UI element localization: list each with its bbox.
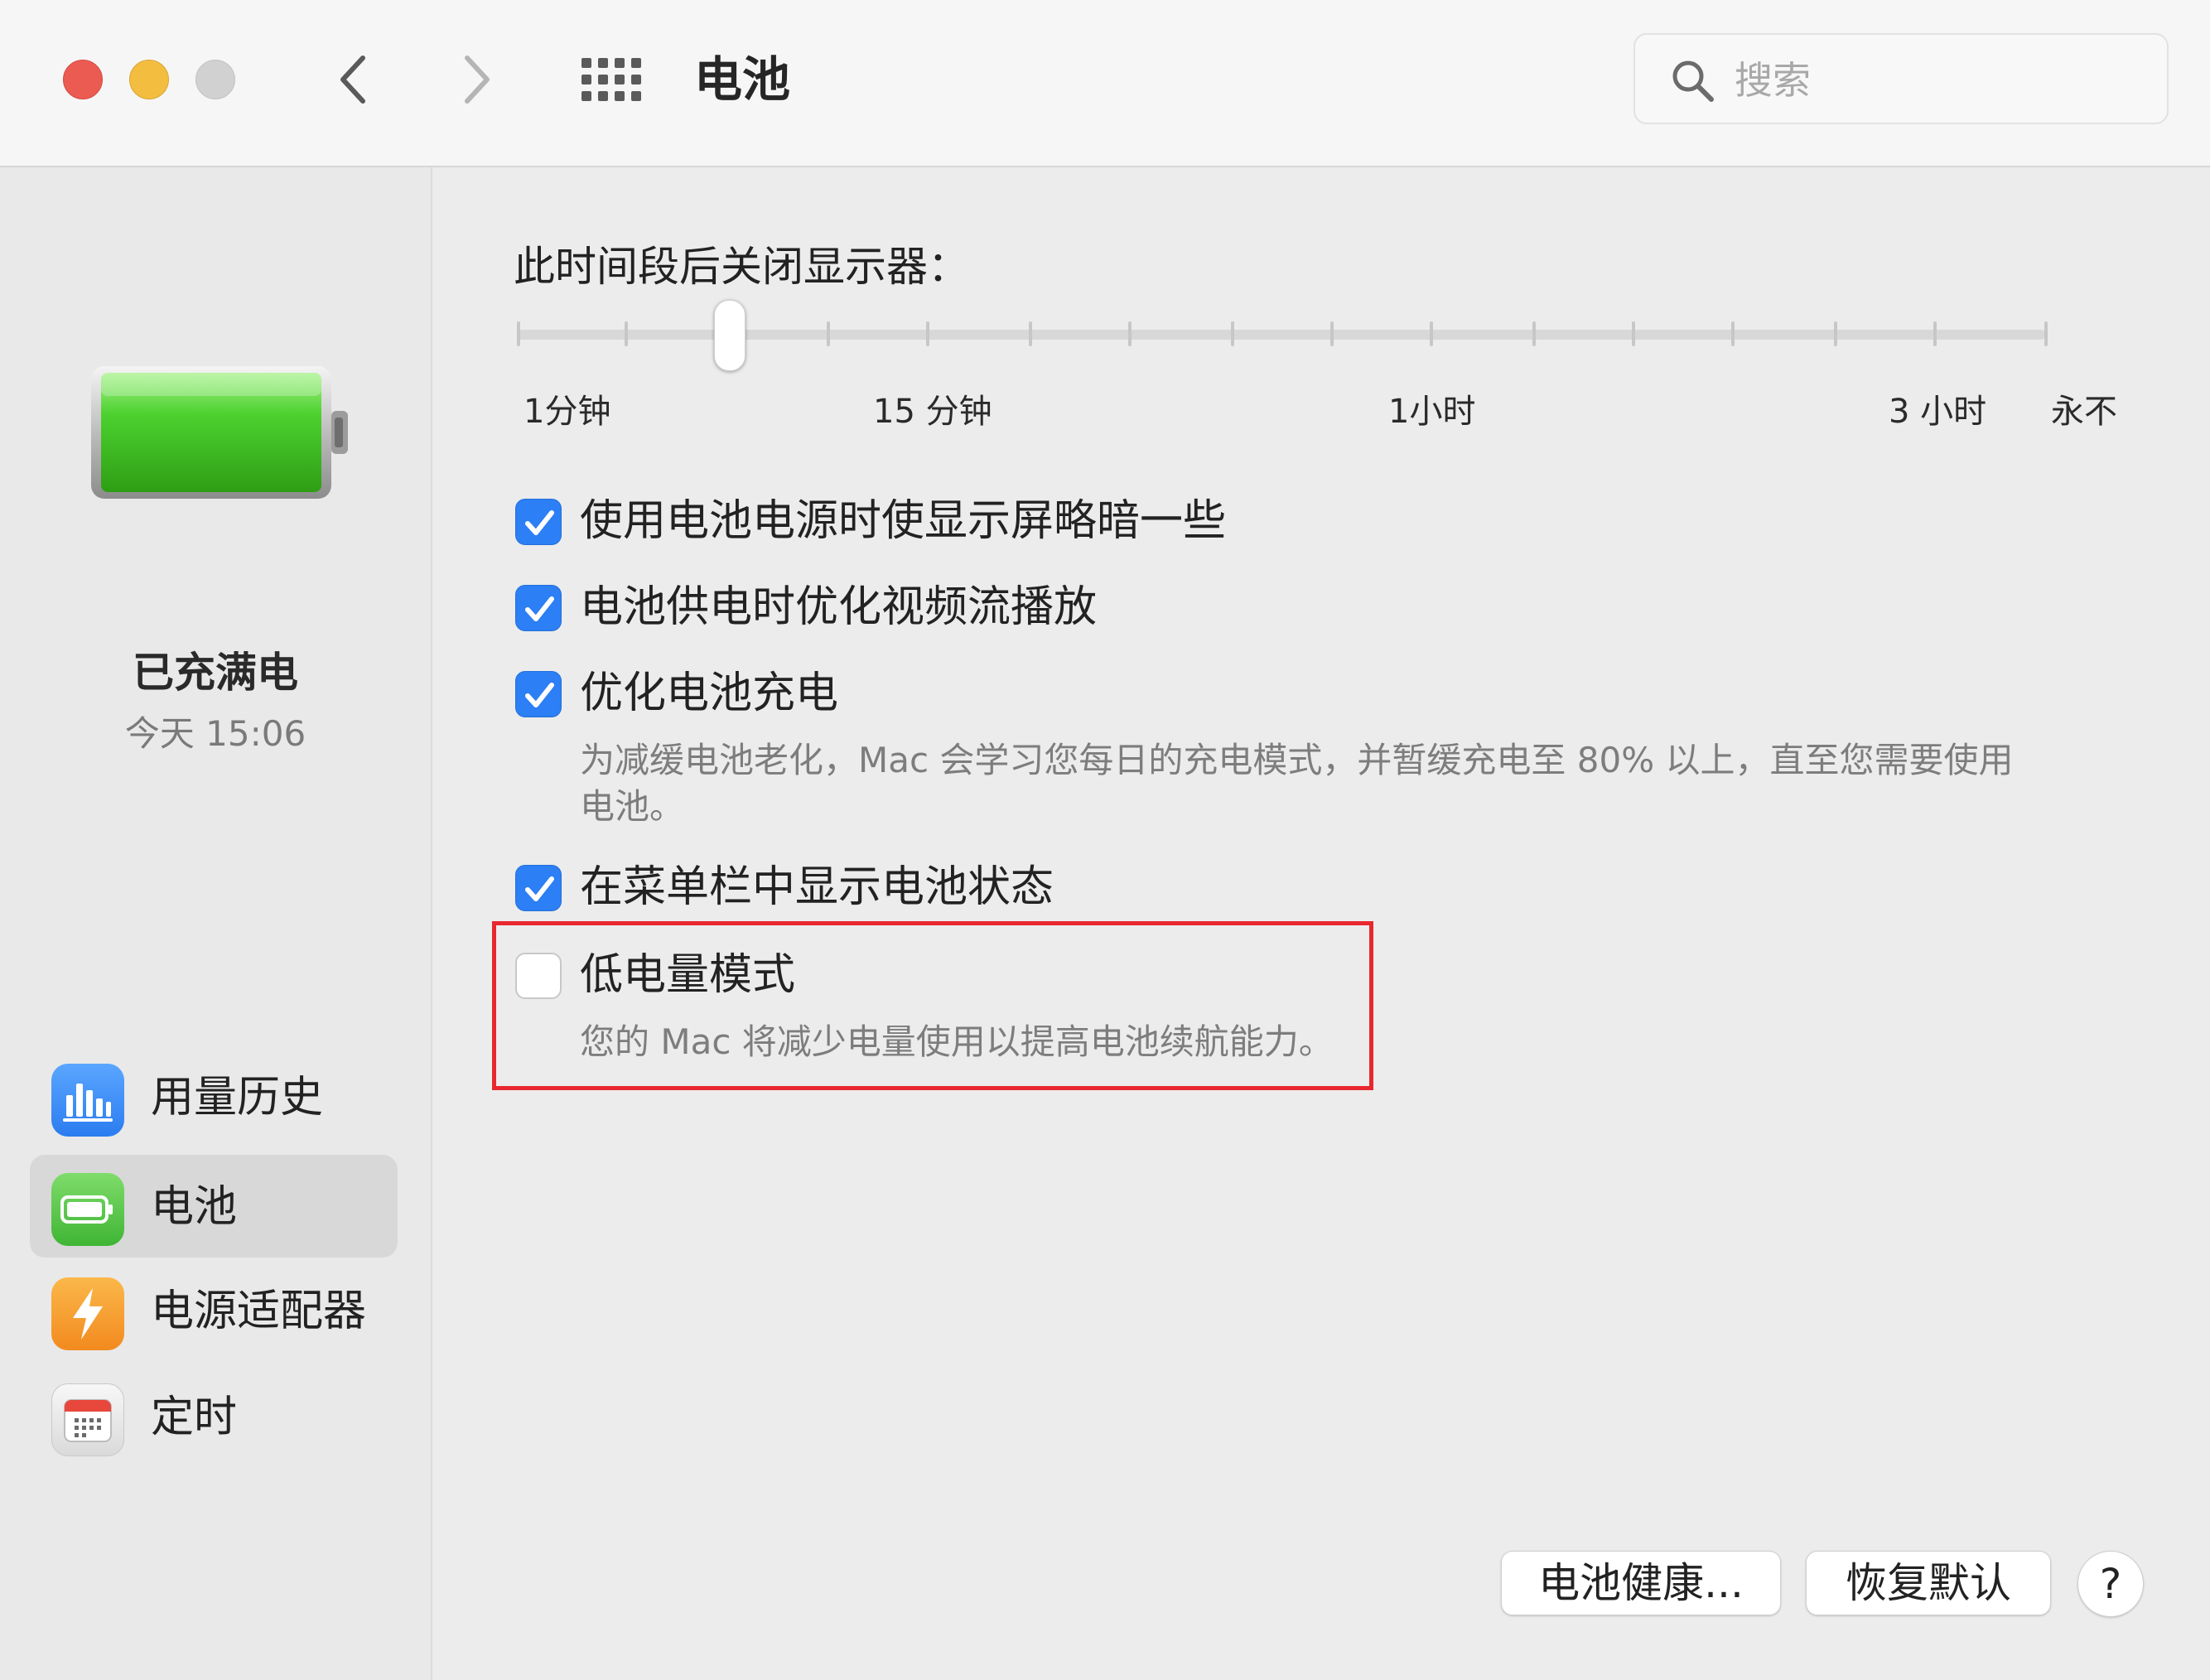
slider-tick (1029, 321, 1032, 346)
slider-tick (517, 321, 520, 346)
slider-tick (1231, 321, 1234, 346)
zoom-window-button[interactable] (195, 60, 235, 99)
battery-full-icon (89, 363, 355, 507)
display-sleep-slider-thumb[interactable] (714, 300, 746, 371)
grid-icon (581, 58, 641, 101)
slider-tick (926, 321, 929, 346)
window-title: 电池 (694, 51, 791, 108)
optimized-charging-checkbox[interactable] (515, 671, 562, 717)
battery-status-label: 已充满电 (133, 649, 298, 697)
bar-chart-icon (51, 1064, 124, 1137)
search-input[interactable] (1735, 53, 2132, 108)
system-preferences-window: 电池 搜索 已充满电 今天 15:06 用量历史 电池 电源适配器 定时 此时间… (0, 0, 2210, 1680)
sidebar: 已充满电 今天 15:06 用量历史 电池 电源适配器 定时 (0, 167, 432, 1680)
slider-tick (2044, 321, 2048, 346)
title-bar: 电池 (0, 0, 2210, 167)
sidebar-item-label: 电源适配器 (151, 1287, 367, 1336)
slider-tick (625, 321, 628, 346)
chevron-left-icon (340, 56, 365, 104)
slider-tick (1933, 321, 1937, 346)
checkmark-icon (525, 596, 554, 621)
option-description: 为减缓电池老化，Mac 会学习您每日的充电模式，并暂缓充电至 80% 以上，直至… (580, 740, 2014, 780)
display-sleep-label: 此时间段后关闭显示器： (514, 243, 969, 291)
checkmark-icon (525, 683, 554, 707)
slider-tick (1834, 321, 1837, 346)
search-icon (1672, 60, 1714, 102)
battery-health-button[interactable]: 电池健康... (1501, 1551, 1781, 1615)
lightning-icon (51, 1277, 124, 1350)
sidebar-item-label: 电池 (151, 1182, 238, 1232)
calendar-icon (51, 1383, 124, 1456)
slider-label-never: 永不 (2051, 393, 2117, 431)
option-label: 优化电池充电 (580, 669, 839, 718)
slider-label-3-hours: 3 小时 (1889, 393, 1987, 431)
checkmark-icon (525, 510, 554, 535)
slider-label-1-hour: 1小时 (1388, 393, 1476, 431)
option-label: 电池供电时优化视频流播放 (580, 582, 1098, 632)
sidebar-item-battery[interactable]: 电池 (30, 1155, 398, 1258)
slider-tick (827, 321, 830, 346)
chevron-right-icon (465, 56, 490, 104)
slider-tick (1731, 321, 1735, 346)
option-label: 使用电池电源时使显示屏略暗一些 (580, 496, 1227, 546)
sidebar-item-usage-history[interactable]: 用量历史 (30, 1045, 398, 1148)
sidebar-item-label: 定时 (151, 1393, 238, 1442)
sidebar-item-power-adapter[interactable]: 电源适配器 (30, 1259, 398, 1362)
slider-tick (1430, 321, 1433, 346)
slider-tick (1632, 321, 1635, 346)
show-all-preferences-button[interactable] (580, 56, 643, 103)
minimize-window-button[interactable] (129, 60, 169, 99)
slider-label-1-minute: 1分钟 (524, 393, 611, 431)
slider-tick (1128, 321, 1132, 346)
highlight-annotation-box (492, 921, 1373, 1090)
menu-bar-status-checkbox[interactable] (515, 865, 562, 911)
battery-icon (51, 1173, 124, 1246)
display-sleep-slider-track[interactable] (517, 330, 2046, 340)
restore-defaults-button[interactable]: 恢复默认 (1806, 1551, 2051, 1615)
forward-button[interactable] (447, 50, 507, 109)
close-window-button[interactable] (63, 60, 103, 99)
option-label: 在菜单栏中显示电池状态 (580, 862, 1054, 912)
option-description: 电池。 (580, 786, 685, 827)
optimize-video-checkbox[interactable] (515, 585, 562, 631)
search-field[interactable] (1633, 33, 2169, 124)
slider-label-15-minutes: 15 分钟 (873, 393, 992, 431)
battery-status-time: 今天 15:06 (124, 713, 306, 754)
sidebar-item-label: 用量历史 (151, 1073, 324, 1122)
sidebar-item-schedule[interactable]: 定时 (30, 1365, 398, 1468)
help-button[interactable]: ? (2077, 1551, 2144, 1617)
back-button[interactable] (323, 50, 383, 109)
slider-tick (1532, 321, 1536, 346)
slider-tick (1330, 321, 1334, 346)
checkmark-icon (525, 876, 554, 901)
dim-display-checkbox[interactable] (515, 499, 562, 545)
